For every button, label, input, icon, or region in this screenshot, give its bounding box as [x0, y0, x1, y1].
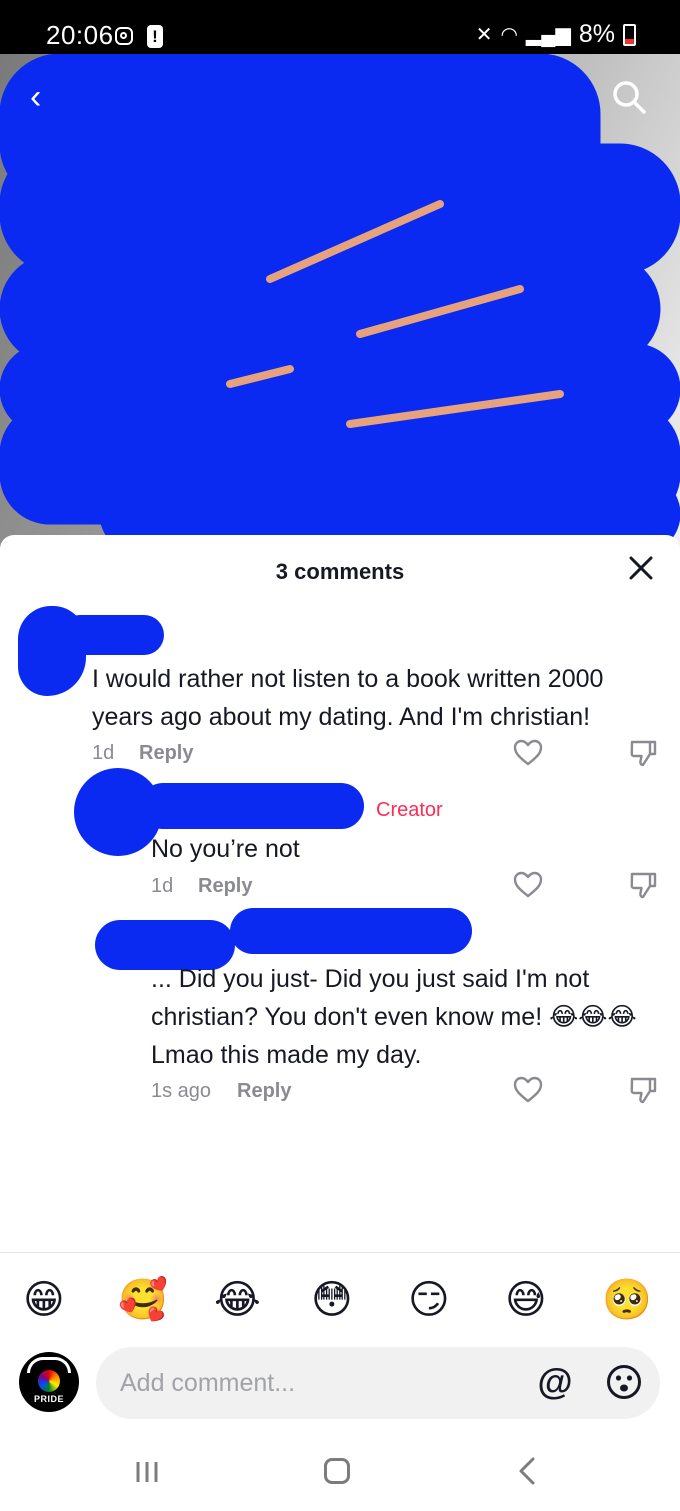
redaction-scribble: [0, 54, 680, 555]
reply-button[interactable]: Reply: [139, 742, 193, 765]
dislike-icon[interactable]: [628, 870, 658, 900]
reply-button[interactable]: Reply: [237, 1080, 291, 1103]
comment-placeholder: Add comment...: [120, 1369, 296, 1397]
pride-logo-icon: [38, 1370, 60, 1392]
system-back-icon[interactable]: [517, 1456, 537, 1486]
alert-notification-icon: [147, 25, 163, 48]
quick-emoji[interactable]: 😏: [408, 1273, 450, 1327]
back-arrow-icon[interactable]: ‹: [30, 78, 41, 117]
status-indicators: ✕ ◠ ▂▄▆ 8%: [476, 20, 636, 49]
battery-percent: 8%: [578, 20, 615, 48]
signal-icon: ▂▄▆: [525, 24, 571, 46]
quick-emoji[interactable]: 🥺: [602, 1273, 652, 1327]
username-redaction: [230, 908, 472, 954]
avatar-label: PRIDE: [33, 1394, 64, 1404]
quick-emoji[interactable]: 😅: [505, 1273, 547, 1327]
dislike-icon[interactable]: [628, 1075, 658, 1105]
search-icon[interactable]: [612, 80, 646, 114]
heart-icon[interactable]: [513, 1075, 543, 1105]
composer-divider: [0, 1252, 680, 1253]
quick-emoji-bar: 😁 🥰 😂 😳 😏 😅 🥺: [0, 1273, 680, 1327]
close-icon[interactable]: [628, 555, 654, 581]
comment-time: 1d: [151, 875, 174, 897]
mute-icon: ✕: [475, 24, 493, 46]
comment-time: 1s ago: [151, 1080, 212, 1102]
instagram-notification-icon: [115, 27, 133, 45]
video-preview[interactable]: ‹: [0, 54, 680, 574]
mention-icon[interactable]: @: [536, 1363, 574, 1401]
wifi-icon: ◠: [500, 24, 518, 46]
comment-body: ... Did you just- Did you just said I'm …: [151, 965, 637, 1069]
comment-input[interactable]: Add comment... @: [96, 1347, 660, 1419]
reply-button[interactable]: Reply: [198, 875, 252, 898]
username-redaction: [140, 783, 364, 829]
recent-apps-icon[interactable]: [134, 1460, 160, 1484]
heart-icon[interactable]: [513, 738, 543, 768]
status-time: 20:06: [46, 20, 114, 50]
quick-emoji[interactable]: 😁: [23, 1273, 65, 1327]
battery-icon: [623, 23, 636, 46]
quick-emoji[interactable]: 😂: [214, 1273, 261, 1327]
dislike-icon[interactable]: [628, 738, 658, 768]
system-nav-bar: [0, 1438, 680, 1511]
emoji-icon[interactable]: [606, 1364, 642, 1400]
avatar[interactable]: PRIDE: [19, 1352, 79, 1412]
comment-body: I would rather not listen to a book writ…: [92, 665, 604, 731]
heart-icon[interactable]: [513, 870, 543, 900]
comments-count-title: 3 comments: [275, 559, 405, 584]
quick-emoji[interactable]: 🥰: [118, 1273, 168, 1327]
home-icon[interactable]: [324, 1458, 350, 1484]
quick-emoji[interactable]: 😳: [311, 1273, 353, 1327]
username-redaction: [60, 615, 164, 655]
creator-badge: Creator: [376, 799, 443, 821]
comment-body: No you’re not: [151, 835, 300, 863]
comment-time: 1d: [92, 742, 115, 764]
